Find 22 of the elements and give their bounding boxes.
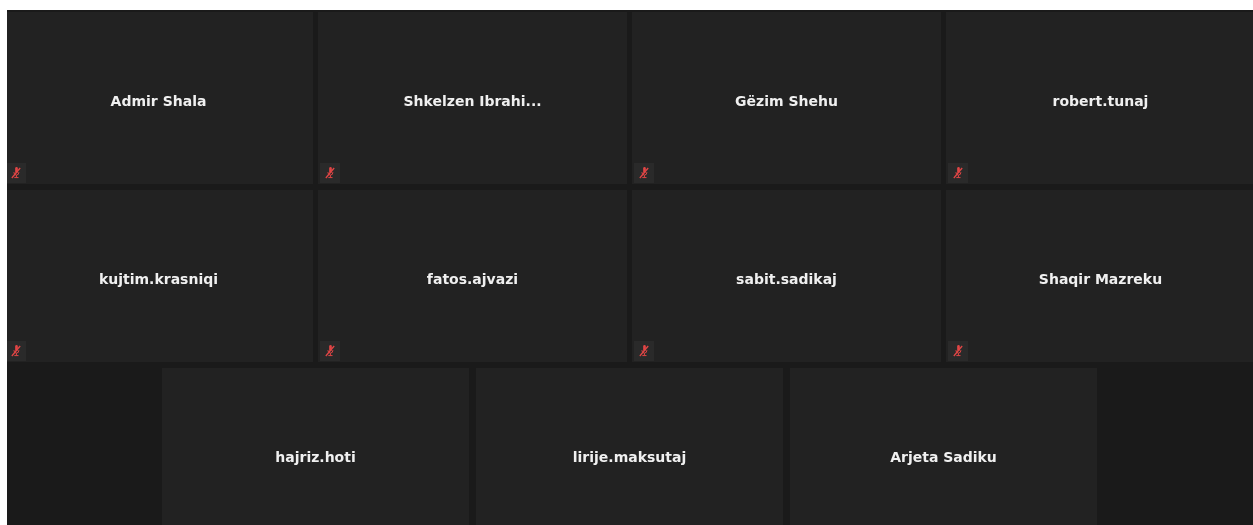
participant-name: Shkelzen Ibrahi... [403, 93, 542, 111]
participant-name: sabit.sadikaj [736, 271, 837, 289]
participant-tile[interactable]: kujtim.krasniqi [7, 190, 313, 362]
participant-name: Gëzim Shehu [735, 93, 838, 111]
participant-tile[interactable]: Arjeta Sadiku [790, 368, 1097, 525]
participant-tile[interactable]: lirije.maksutaj [476, 368, 783, 525]
participant-name: lirije.maksutaj [572, 449, 687, 467]
participant-name: Arjeta Sadiku [890, 449, 997, 467]
participant-tile[interactable]: Admir Shala [7, 12, 313, 184]
participant-name: robert.tunaj [1052, 93, 1149, 111]
participant-tile[interactable]: Gëzim Shehu [632, 12, 941, 184]
participant-tile[interactable]: Shkelzen Ibrahi... [318, 12, 627, 184]
participant-tile[interactable]: hajriz.hoti [162, 368, 469, 525]
participant-tile[interactable]: Shaqir Mazreku [946, 190, 1253, 362]
participant-name: fatos.ajvazi [426, 271, 519, 289]
participant-name: Admir Shala [110, 93, 207, 111]
participant-name: hajriz.hoti [275, 449, 356, 467]
participant-tile[interactable]: robert.tunaj [946, 12, 1253, 184]
participant-tile[interactable]: sabit.sadikaj [632, 190, 941, 362]
participant-name: Shaqir Mazreku [1038, 271, 1163, 289]
participant-name: kujtim.krasniqi [98, 271, 219, 289]
participant-tile[interactable]: fatos.ajvazi [318, 190, 627, 362]
